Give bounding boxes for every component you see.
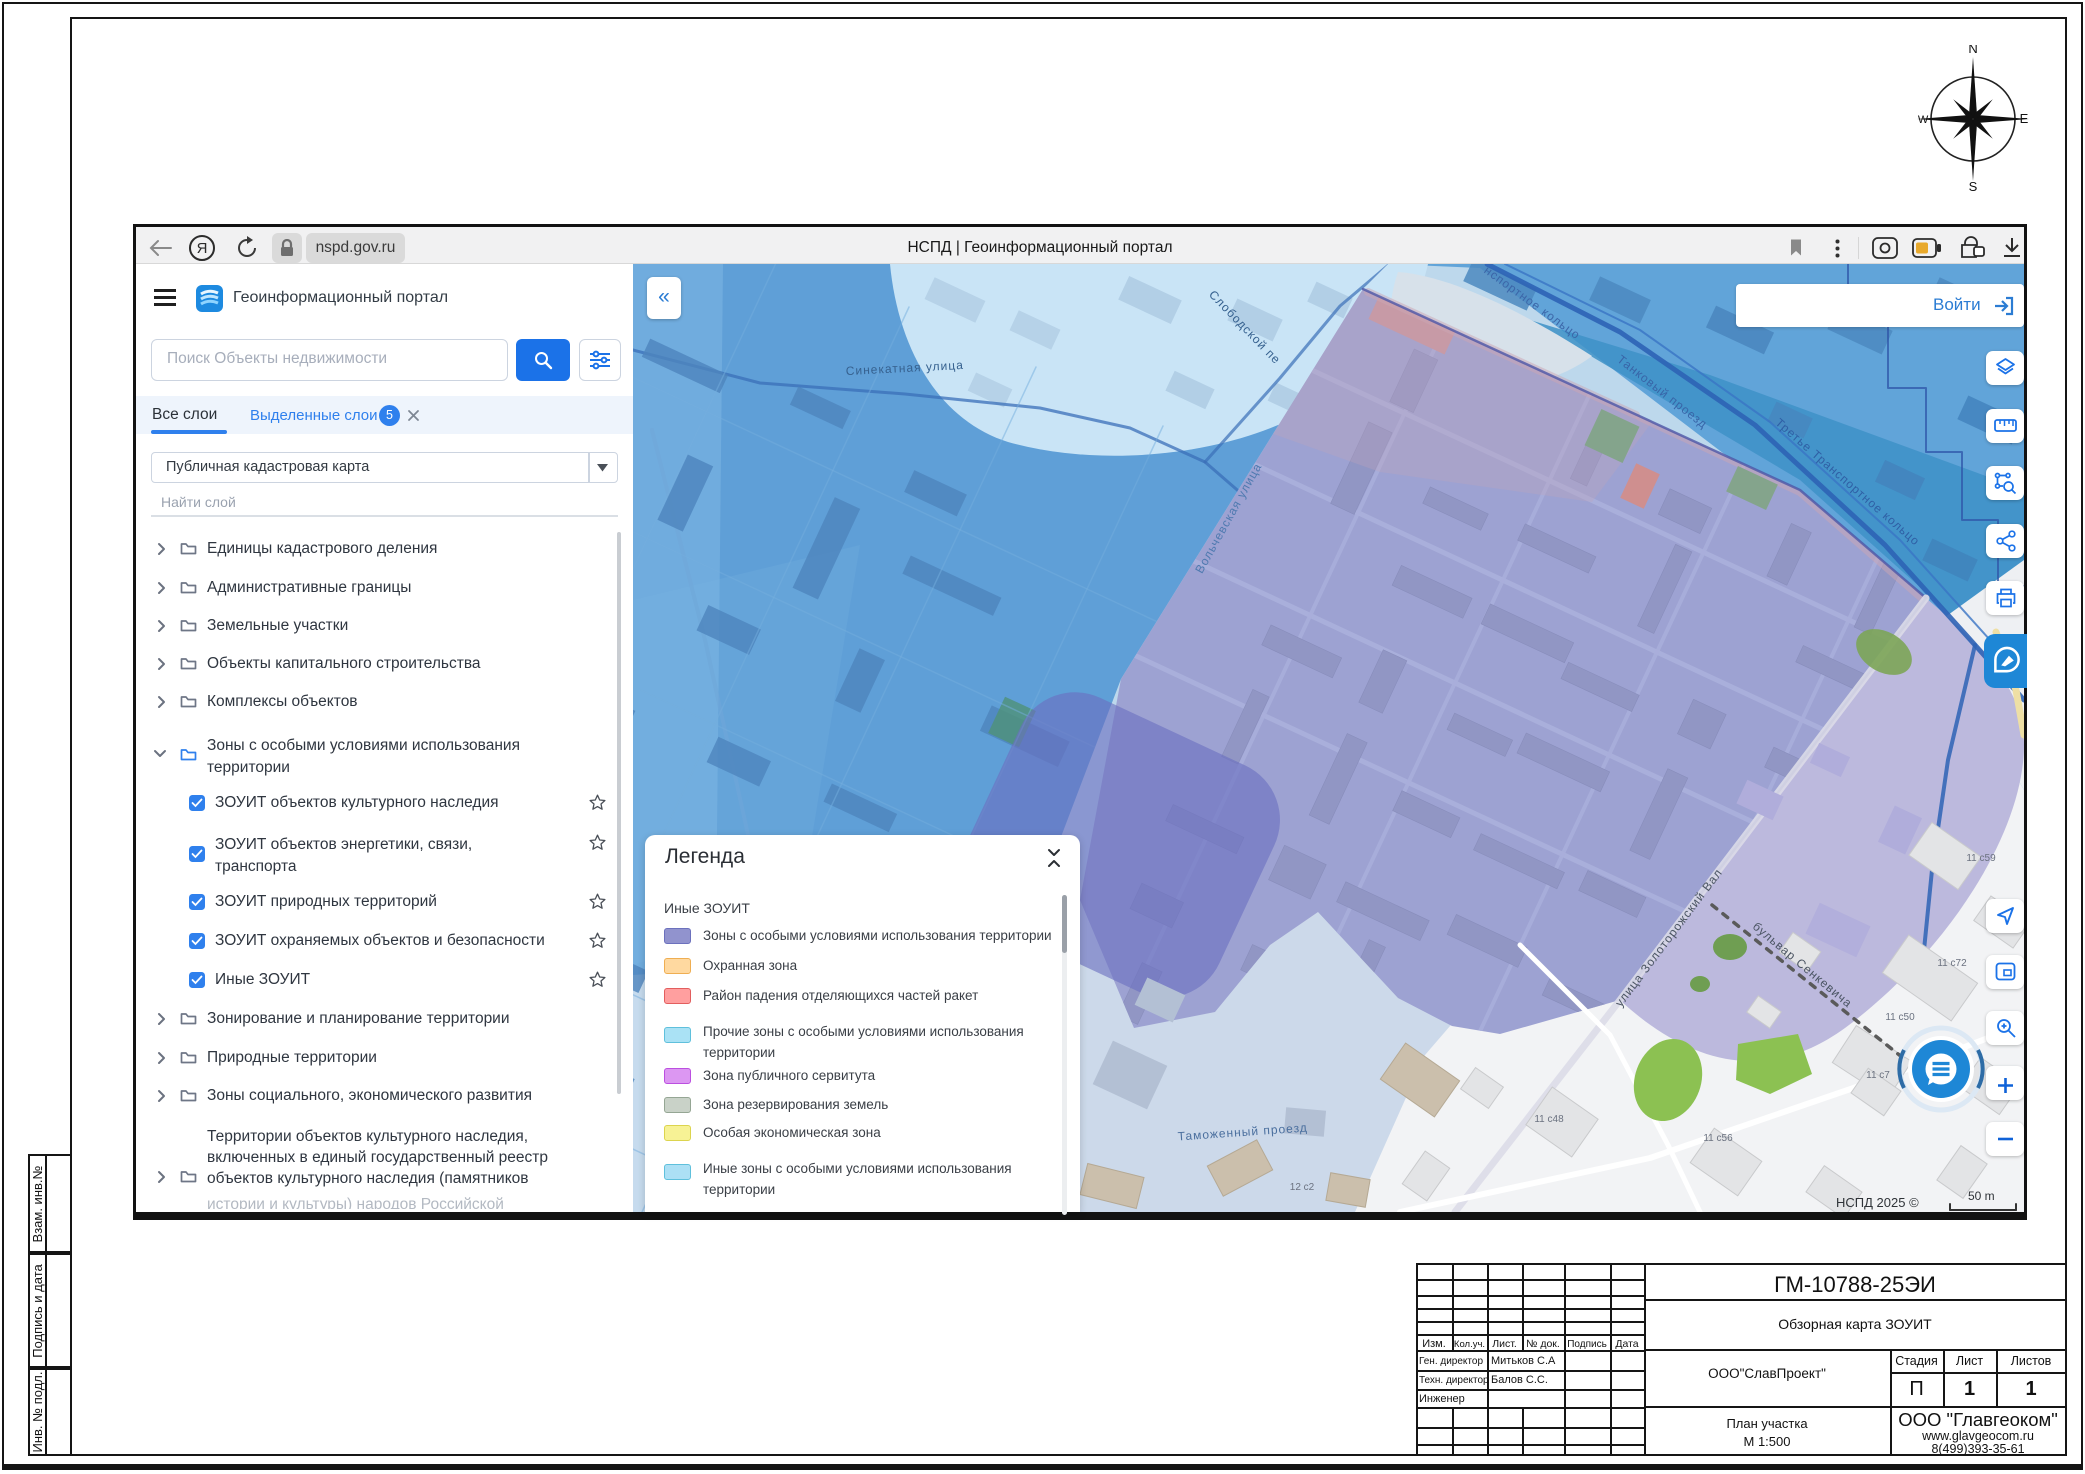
svg-text:N: N: [1968, 45, 1977, 56]
svg-text:НСПД 2025 ©: НСПД 2025 ©: [1836, 1195, 1919, 1210]
svg-text:11 с7: 11 с7: [1866, 1070, 1890, 1081]
svg-text:50 m: 50 m: [1968, 1189, 1995, 1203]
svg-text:11 с59: 11 с59: [1966, 853, 1996, 864]
svg-text:11 с48: 11 с48: [1534, 1114, 1564, 1125]
svg-text:S: S: [1969, 179, 1978, 194]
svg-text:W: W: [1918, 114, 1929, 126]
svg-text:11 с56: 11 с56: [1703, 1133, 1733, 1144]
svg-text:E: E: [2020, 111, 2029, 126]
svg-text:11 с72: 11 с72: [1937, 958, 1967, 969]
svg-text:12 с2: 12 с2: [1290, 1182, 1315, 1193]
